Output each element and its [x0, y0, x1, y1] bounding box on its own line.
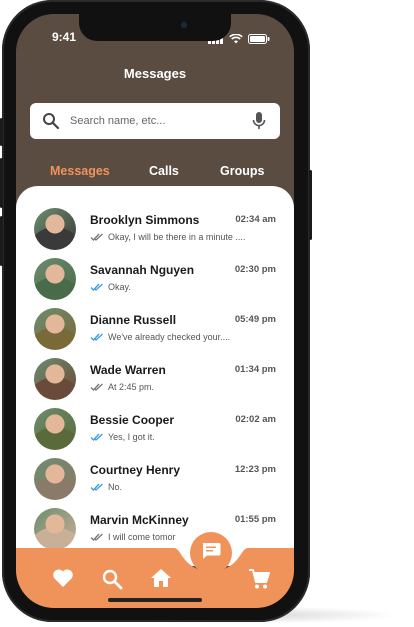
message-preview: No.: [90, 482, 122, 492]
preview-text: Yes, I got it.: [108, 432, 155, 442]
preview-text: Okay, I will be there in a minute ....: [108, 232, 246, 242]
contact-name: Marvin McKinney: [90, 513, 189, 527]
message-time: 01:34 pm: [234, 364, 276, 375]
status-time: 9:41: [52, 30, 77, 44]
home-indicator[interactable]: [108, 598, 202, 602]
message-preview: I will come tomor: [90, 532, 176, 542]
double-check-icon: [90, 483, 103, 491]
microphone-icon[interactable]: [252, 111, 266, 136]
tab-calls[interactable]: Calls: [149, 164, 179, 178]
message-preview: Okay.: [90, 282, 131, 292]
avatar: [34, 508, 76, 550]
double-check-icon: [90, 233, 103, 241]
avatar: [34, 358, 76, 400]
phone-side-button: [0, 216, 3, 266]
avatar: [34, 408, 76, 450]
preview-text: Okay.: [108, 282, 131, 292]
conversation-row[interactable]: Brooklyn Simmons 02:34 am Okay, I will be …: [16, 208, 294, 258]
search-input[interactable]: [70, 112, 240, 130]
phone-side-button: [0, 118, 3, 146]
message-time: 02:02 am: [235, 414, 276, 425]
message-time: 05:49 pm: [234, 314, 276, 325]
contact-name: Savannah Nguyen: [90, 263, 195, 277]
contact-name: Dianne Russell: [90, 313, 177, 327]
avatar: [34, 308, 76, 350]
double-check-icon: [90, 333, 103, 341]
conversation-row[interactable]: Dianne Russell 05:49 pm We've already chec…: [16, 308, 294, 358]
home-icon[interactable]: [150, 568, 172, 593]
double-check-icon: [90, 533, 103, 541]
chat-fab-button[interactable]: [190, 532, 232, 574]
contact-name: Courtney Henry: [90, 463, 181, 477]
battery-icon: [248, 31, 270, 49]
message-time: 02:34 am: [235, 214, 276, 225]
phone-side-button: [309, 170, 312, 240]
message-preview: At 2:45 pm.: [90, 382, 154, 392]
message-time: 02:30 pm: [234, 264, 276, 275]
heart-icon[interactable]: [52, 568, 74, 593]
conversation-row[interactable]: Courtney Henry 12:23 pm No.: [16, 458, 294, 508]
chat-icon: [201, 542, 221, 565]
phone-side-button: [0, 158, 3, 208]
notch: [79, 14, 231, 41]
avatar: [34, 258, 76, 300]
conversation-row[interactable]: Bessie Cooper 02:02 am Yes, I got it.: [16, 408, 294, 458]
message-time: 12:23 pm: [234, 464, 276, 475]
cart-icon[interactable]: [248, 568, 270, 595]
preview-text: No.: [108, 482, 123, 492]
camera-dot: [181, 22, 187, 28]
search-bar[interactable]: [30, 103, 280, 139]
preview-text: I will come tomor: [108, 532, 176, 542]
tab-messages[interactable]: Messages: [50, 164, 110, 178]
search-icon[interactable]: [101, 568, 123, 595]
search-icon: [42, 112, 60, 135]
conversation-row[interactable]: Savannah Nguyen 02:30 pm Okay.: [16, 258, 294, 308]
avatar: [34, 208, 76, 250]
tab-bar: Messages Calls Groups: [16, 164, 294, 184]
preview-text: At 2:45 pm.: [108, 382, 155, 392]
contact-name: Brooklyn Simmons: [90, 213, 200, 227]
wifi-icon: [229, 31, 243, 49]
message-preview: Okay, I will be there in a minute ....: [90, 232, 245, 242]
page-title: Messages: [123, 66, 187, 81]
conversation-list: Brooklyn Simmons 02:34 am Okay, I will be …: [16, 186, 294, 566]
avatar: [34, 458, 76, 500]
double-check-icon: [90, 383, 103, 391]
contact-name: Wade Warren: [90, 363, 166, 377]
double-check-icon: [90, 283, 103, 291]
contact-name: Bessie Cooper: [90, 413, 175, 427]
tab-groups[interactable]: Groups: [220, 164, 264, 178]
preview-text: We've already checked your....: [108, 332, 231, 342]
message-preview: We've already checked your....: [90, 332, 230, 342]
double-check-icon: [90, 433, 103, 441]
conversation-row[interactable]: Wade Warren 01:34 pm At 2:45 pm.: [16, 358, 294, 408]
phone-screen: 9:41 Messages Messages Calls Groups Broo…: [16, 14, 294, 608]
message-preview: Yes, I got it.: [90, 432, 155, 442]
message-time: 01:55 pm: [234, 514, 276, 525]
